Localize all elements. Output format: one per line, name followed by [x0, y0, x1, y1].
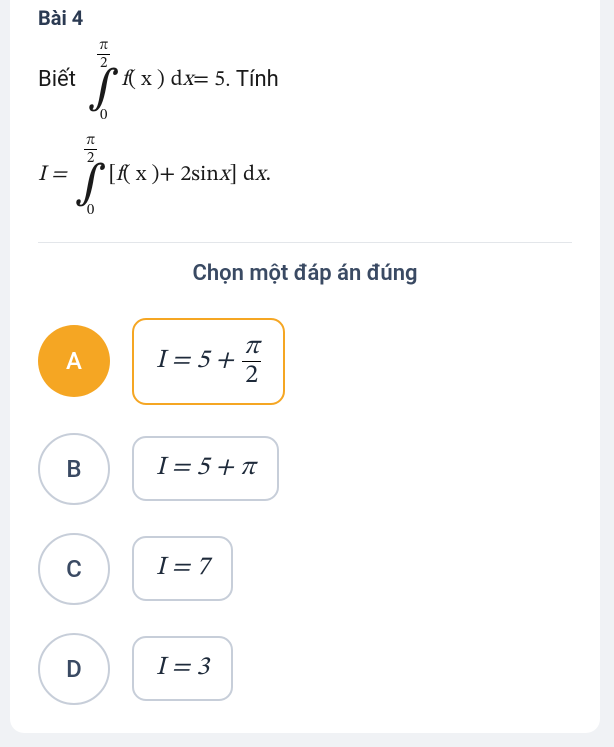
option-c-text: I = 7: [156, 552, 209, 585]
option-b-text: I = 5 + π: [156, 452, 255, 485]
option-d-circle[interactable]: D: [38, 633, 110, 705]
option-c-circle[interactable]: C: [38, 533, 110, 605]
question-number-title: Bài 4: [38, 6, 572, 30]
question-block: Biết π 2 ∫ 0 f ( x ) d x = 5 . Tính: [38, 38, 572, 218]
question-line-2: I = π 2 ∫ 0 [ f ( x ) + 2sin x ] d: [38, 133, 572, 218]
option-a[interactable]: A I = 5 + π 2: [38, 318, 572, 405]
word-biet: Biết: [38, 67, 76, 93]
choose-prompt: Chọn một đáp án đúng: [38, 261, 572, 286]
option-b-circle[interactable]: B: [38, 433, 110, 505]
option-b[interactable]: B I = 5 + π: [38, 433, 572, 505]
option-d[interactable]: D I = 3: [38, 633, 572, 705]
option-b-box[interactable]: I = 5 + π: [132, 436, 279, 501]
option-a-box[interactable]: I = 5 + π 2: [132, 318, 285, 405]
option-d-box[interactable]: I = 3: [132, 636, 233, 701]
option-a-circle[interactable]: A: [38, 325, 110, 397]
integral-sign-icon: ∫: [75, 166, 106, 203]
options-list: A I = 5 + π 2 B I = 5 + π C I = 7: [38, 318, 572, 705]
integral-2: π 2 ∫ 0: [75, 133, 106, 218]
integral-sign-icon: ∫: [88, 71, 119, 108]
question-line-1: Biết π 2 ∫ 0 f ( x ) d x = 5 . Tính: [38, 38, 572, 123]
integral-1: π 2 ∫ 0: [88, 38, 119, 123]
question-card: Bài 4 Biết π 2 ∫ 0 f ( x ) d x =: [10, 0, 600, 733]
option-a-prefix: I = 5 +: [156, 345, 234, 378]
option-c[interactable]: C I = 7: [38, 533, 572, 605]
option-d-text: I = 3: [156, 652, 209, 685]
option-a-frac: π 2: [242, 334, 261, 389]
divider: [38, 242, 572, 243]
option-c-box[interactable]: I = 7: [132, 536, 233, 601]
